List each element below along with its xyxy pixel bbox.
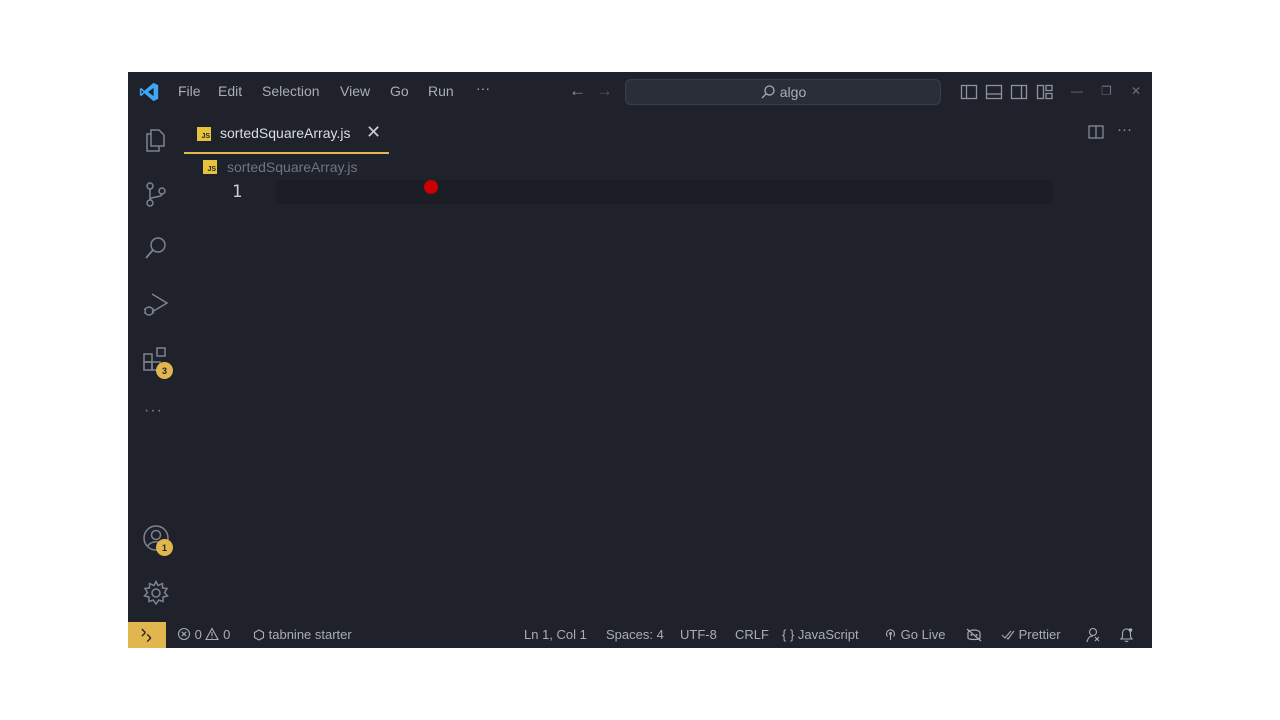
vscode-window: File Edit Selection View Go Run ··· ← → … xyxy=(128,72,1152,648)
vscode-logo-icon xyxy=(139,82,159,102)
accounts-badge: 1 xyxy=(156,539,173,556)
search-sidebar-icon[interactable] xyxy=(142,234,170,262)
feedback-icon[interactable] xyxy=(1085,627,1101,643)
command-center-search[interactable]: algo xyxy=(625,79,941,105)
editor-tab[interactable]: JS sortedSquareArray.js ✕ xyxy=(184,116,389,154)
activity-bar: 3 ··· 1 xyxy=(128,112,184,618)
menu-go[interactable]: Go xyxy=(390,83,409,99)
tabnine-icon xyxy=(253,629,265,641)
error-count: 0 xyxy=(194,627,202,642)
language-label: JavaScript xyxy=(797,627,859,642)
toggle-panel-icon[interactable] xyxy=(985,83,1003,101)
run-and-debug-icon[interactable] xyxy=(142,290,170,318)
pointer-marker xyxy=(424,180,438,194)
prettier-status[interactable]: Prettier xyxy=(1001,627,1061,642)
forward-arrow-icon[interactable]: → xyxy=(596,81,613,101)
search-icon xyxy=(760,84,776,100)
search-text: algo xyxy=(779,84,807,100)
customize-layout-icon[interactable] xyxy=(1036,83,1054,101)
broadcast-icon xyxy=(885,629,896,640)
tabnine-status[interactable]: tabnine starter xyxy=(253,627,352,642)
line-endings[interactable]: CRLF xyxy=(735,627,769,642)
js-file-icon: JS xyxy=(203,160,217,174)
editor-more-actions-icon[interactable]: ··· xyxy=(1117,121,1132,138)
menu-more[interactable]: ··· xyxy=(476,80,490,96)
cursor-position[interactable]: Ln 1, Col 1 xyxy=(524,627,587,642)
prettier-label: Prettier xyxy=(1018,627,1061,642)
restore-icon[interactable]: ❐ xyxy=(1101,84,1112,98)
more-views-icon[interactable]: ··· xyxy=(144,402,163,420)
tabnine-label: tabnine starter xyxy=(268,627,352,642)
settings-gear-icon[interactable] xyxy=(142,579,170,607)
copilot-disabled-icon[interactable] xyxy=(966,628,982,642)
tab-label: sortedSquareArray.js xyxy=(220,125,351,141)
toggle-primary-sidebar-icon[interactable] xyxy=(960,83,978,101)
error-icon xyxy=(177,627,191,641)
menu-selection[interactable]: Selection xyxy=(262,83,320,99)
remote-indicator[interactable] xyxy=(128,622,166,648)
menu-view[interactable]: View xyxy=(340,83,370,99)
title-bar: File Edit Selection View Go Run ··· ← → … xyxy=(128,72,1152,112)
remote-icon xyxy=(141,628,152,642)
js-file-icon: JS xyxy=(197,127,211,141)
explorer-icon[interactable] xyxy=(142,126,170,154)
warning-count: 0 xyxy=(223,627,231,642)
status-bar: 0 0 tabnine starter Ln 1, Col 1 Spaces: … xyxy=(128,622,1152,648)
source-control-icon[interactable] xyxy=(142,180,170,208)
extensions-badge: 3 xyxy=(156,362,173,379)
problems-indicator[interactable]: 0 0 xyxy=(177,627,230,642)
breadcrumb-file[interactable]: sortedSquareArray.js xyxy=(227,159,357,175)
double-check-icon xyxy=(1001,630,1015,640)
line-number: 1 xyxy=(232,182,243,202)
back-arrow-icon[interactable]: ← xyxy=(569,81,586,101)
warning-icon xyxy=(205,627,220,641)
language-mode[interactable]: { } JavaScript xyxy=(782,627,859,642)
tab-close-icon[interactable]: ✕ xyxy=(366,122,381,143)
encoding[interactable]: UTF-8 xyxy=(680,627,717,642)
menu-edit[interactable]: Edit xyxy=(218,83,242,99)
menu-file[interactable]: File xyxy=(178,83,201,99)
close-window-icon[interactable]: ✕ xyxy=(1131,84,1141,98)
braces-icon: { } xyxy=(782,627,795,642)
menu-run[interactable]: Run xyxy=(428,83,454,99)
minimize-icon[interactable]: — xyxy=(1071,84,1083,98)
current-line-highlight[interactable] xyxy=(276,180,1053,204)
split-editor-icon[interactable] xyxy=(1088,124,1104,140)
notifications-bell-icon[interactable] xyxy=(1119,627,1134,643)
go-live-label: Go Live xyxy=(900,627,946,642)
indentation[interactable]: Spaces: 4 xyxy=(606,627,664,642)
toggle-secondary-sidebar-icon[interactable] xyxy=(1010,83,1028,101)
go-live-button[interactable]: Go Live xyxy=(884,627,945,642)
